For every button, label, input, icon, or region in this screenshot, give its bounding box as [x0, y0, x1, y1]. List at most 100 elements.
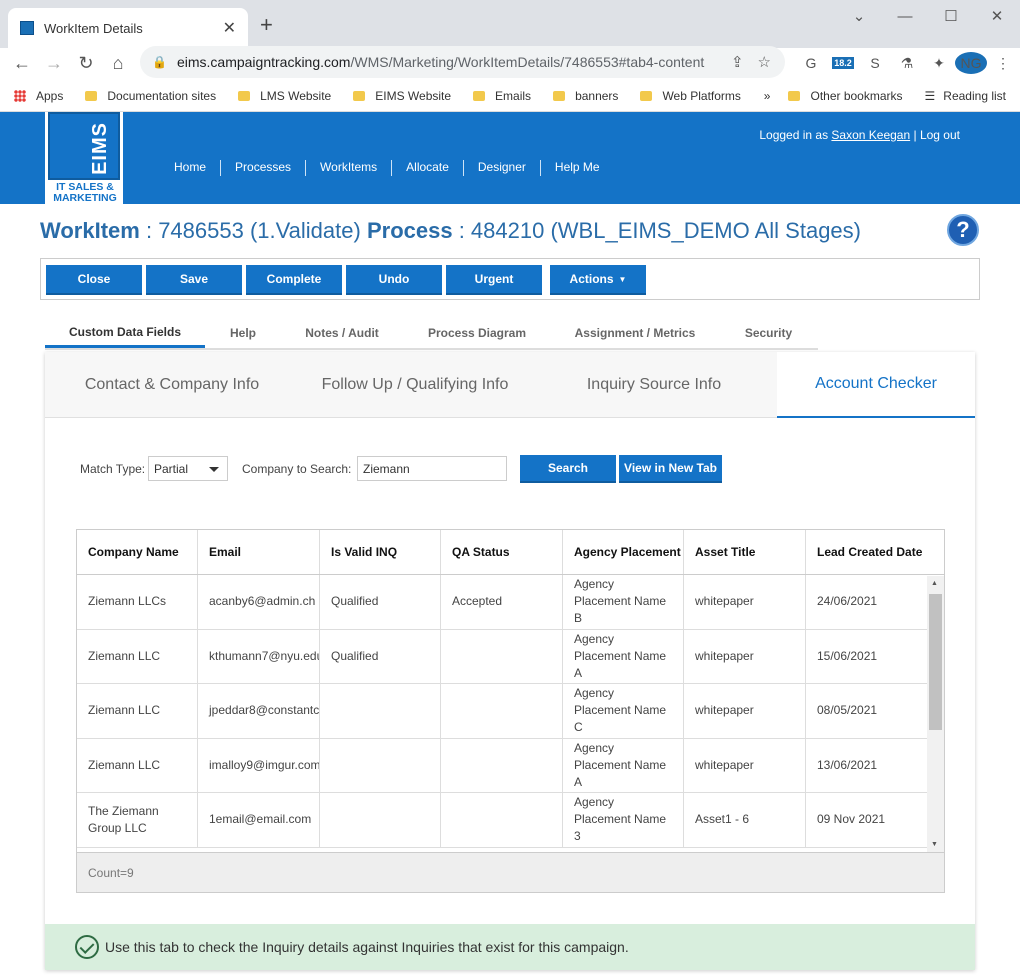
url-input[interactable]: 🔒 eims.campaigntracking.com/WMS/Marketin…	[140, 46, 785, 78]
profile-avatar[interactable]: NG	[955, 52, 987, 74]
close-tab-icon[interactable]: ✕	[223, 18, 236, 38]
table-row[interactable]: Ziemann LLCs acanby6@admin.ch Qualified …	[77, 575, 944, 630]
nav-workitems[interactable]: WorkItems	[306, 160, 391, 176]
undo-button[interactable]: Undo	[346, 265, 442, 295]
folder-icon	[353, 90, 366, 101]
company-search-label: Company to Search:	[242, 462, 352, 476]
nav-allocate[interactable]: Allocate	[392, 160, 463, 176]
home-icon[interactable]: ⌂	[102, 53, 134, 74]
account-checker-panel: Contact & Company Info Follow Up / Quali…	[45, 352, 975, 970]
logout-link[interactable]: | Log out	[914, 128, 961, 142]
company-search-input[interactable]: Ziemann	[357, 456, 507, 481]
table-row[interactable]: Ziemann LLC imalloy9@imgur.com Agency Pl…	[77, 738, 944, 793]
minimize-icon[interactable]: —	[882, 0, 928, 32]
bookmark-banners[interactable]: banners	[553, 89, 618, 103]
more-bookmarks-icon[interactable]: »	[764, 89, 771, 103]
grid-count: Count=9	[77, 852, 944, 892]
grid-header: Company Name Email Is Valid INQ QA Statu…	[77, 530, 944, 575]
complete-button[interactable]: Complete	[246, 265, 342, 295]
extension-g-icon[interactable]: G	[795, 55, 827, 71]
extensions: G 18.2 S ⚗ ✦ NG ⋮	[795, 48, 1019, 78]
bookmark-lms-website[interactable]: LMS Website	[238, 89, 331, 103]
actions-dropdown[interactable]: Actions ▼	[550, 265, 646, 295]
col-agency-placement[interactable]: Agency Placement	[563, 530, 684, 574]
nav-processes[interactable]: Processes	[221, 160, 305, 176]
scroll-up-icon[interactable]: ▲	[931, 580, 938, 587]
nav-designer[interactable]: Designer	[464, 160, 540, 176]
reload-icon[interactable]: ↻	[70, 53, 102, 74]
tab-notes-audit[interactable]: Notes / Audit	[281, 318, 403, 348]
app-header: EIMS IT SALES & MARKETING Home Processes…	[0, 112, 1020, 204]
bookmark-apps[interactable]: Apps	[14, 89, 63, 103]
menu-icon[interactable]: ⋮	[987, 55, 1019, 72]
tab-account-checker[interactable]: Account Checker	[777, 352, 975, 418]
col-company-name[interactable]: Company Name	[77, 530, 198, 574]
bookmark-web-platforms[interactable]: Web Platforms	[640, 89, 741, 103]
new-tab-icon[interactable]: +	[260, 12, 273, 38]
user-link[interactable]: Saxon Keegan	[831, 128, 910, 142]
tab-help[interactable]: Help	[205, 318, 281, 348]
tab-follow-up-qualifying[interactable]: Follow Up / Qualifying Info	[299, 352, 531, 418]
caret-down-icon: ▼	[618, 274, 627, 284]
share-icon[interactable]: ⇪	[731, 53, 744, 71]
table-row[interactable]: Ziemann LLC kthumann7@nyu.edu Qualified …	[77, 629, 944, 684]
col-lead-created-date[interactable]: Lead Created Date	[806, 530, 928, 574]
extension-counter-icon[interactable]: 18.2	[827, 57, 859, 69]
folder-icon	[640, 90, 653, 101]
back-icon[interactable]: ←	[6, 53, 38, 74]
chevron-down-icon[interactable]: ⌄	[836, 0, 882, 32]
col-qa-status[interactable]: QA Status	[441, 530, 563, 574]
extension-flask-icon[interactable]: ⚗	[891, 55, 923, 72]
table-row[interactable]: Ziemann LLC jpeddar8@constantc Agency Pl…	[77, 684, 944, 739]
tab-assignment-metrics[interactable]: Assignment / Metrics	[551, 318, 719, 348]
favicon-icon	[20, 21, 34, 35]
col-is-valid-inq[interactable]: Is Valid INQ	[320, 530, 441, 574]
browser-tab[interactable]: WorkItem Details ✕	[8, 8, 248, 48]
view-new-tab-button[interactable]: View in New Tab	[619, 455, 722, 483]
tab-inquiry-source-info[interactable]: Inquiry Source Info	[531, 352, 777, 418]
grid-body: Ziemann LLCs acanby6@admin.ch Qualified …	[77, 575, 944, 851]
star-icon[interactable]: ☆	[758, 53, 771, 71]
results-grid: Company Name Email Is Valid INQ QA Statu…	[76, 529, 945, 893]
urgent-button[interactable]: Urgent	[446, 265, 542, 295]
tab-title: WorkItem Details	[44, 20, 143, 36]
scroll-down-icon[interactable]: ▼	[931, 841, 938, 848]
tab-custom-data-fields[interactable]: Custom Data Fields	[45, 318, 205, 348]
close-button[interactable]: Close	[46, 265, 142, 295]
tab-security[interactable]: Security	[719, 318, 818, 348]
browser-tabstrip: WorkItem Details ✕ + ⌄ — ☐ ✕	[0, 0, 1020, 48]
match-type-label: Match Type:	[80, 462, 146, 476]
bookmark-other[interactable]: Other bookmarks	[788, 89, 903, 103]
close-window-icon[interactable]: ✕	[974, 0, 1020, 32]
eims-logo[interactable]: EIMS IT SALES & MARKETING	[45, 112, 123, 204]
folder-icon	[85, 90, 98, 101]
table-row[interactable]: The Ziemann Group LLC 1email@email.com A…	[77, 793, 944, 848]
nav-help-me[interactable]: Help Me	[541, 160, 614, 176]
bookmark-eims-website[interactable]: EIMS Website	[353, 89, 451, 103]
col-asset-title[interactable]: Asset Title	[684, 530, 806, 574]
apps-grid-icon	[14, 89, 26, 102]
reading-list[interactable]: ☰ Reading list	[925, 89, 1006, 103]
grid-scrollbar[interactable]: ▲ ▼	[927, 576, 944, 852]
forward-icon[interactable]: →	[38, 53, 70, 74]
tab-process-diagram[interactable]: Process Diagram	[403, 318, 551, 348]
check-circle-icon	[75, 935, 99, 959]
tab-contact-company-info[interactable]: Contact & Company Info	[45, 352, 299, 418]
help-icon[interactable]: ?	[947, 214, 979, 246]
scrollbar-thumb[interactable]	[929, 594, 942, 730]
maximize-icon[interactable]: ☐	[928, 0, 974, 32]
bookmark-emails[interactable]: Emails	[473, 89, 531, 103]
extension-s-icon[interactable]: S	[859, 55, 891, 71]
col-email[interactable]: Email	[198, 530, 320, 574]
match-type-select[interactable]: Partial	[148, 456, 228, 481]
nav-home[interactable]: Home	[160, 160, 220, 176]
save-button[interactable]: Save	[146, 265, 242, 295]
reading-list-icon: ☰	[924, 89, 936, 103]
extensions-puzzle-icon[interactable]: ✦	[923, 55, 955, 72]
folder-icon	[788, 91, 801, 101]
window-controls: ⌄ — ☐ ✕	[836, 0, 1020, 32]
lock-icon: 🔒	[152, 55, 167, 69]
search-button[interactable]: Search	[520, 455, 616, 483]
bookmark-documentation-sites[interactable]: Documentation sites	[85, 89, 216, 103]
inner-tabs: Contact & Company Info Follow Up / Quali…	[45, 352, 975, 418]
